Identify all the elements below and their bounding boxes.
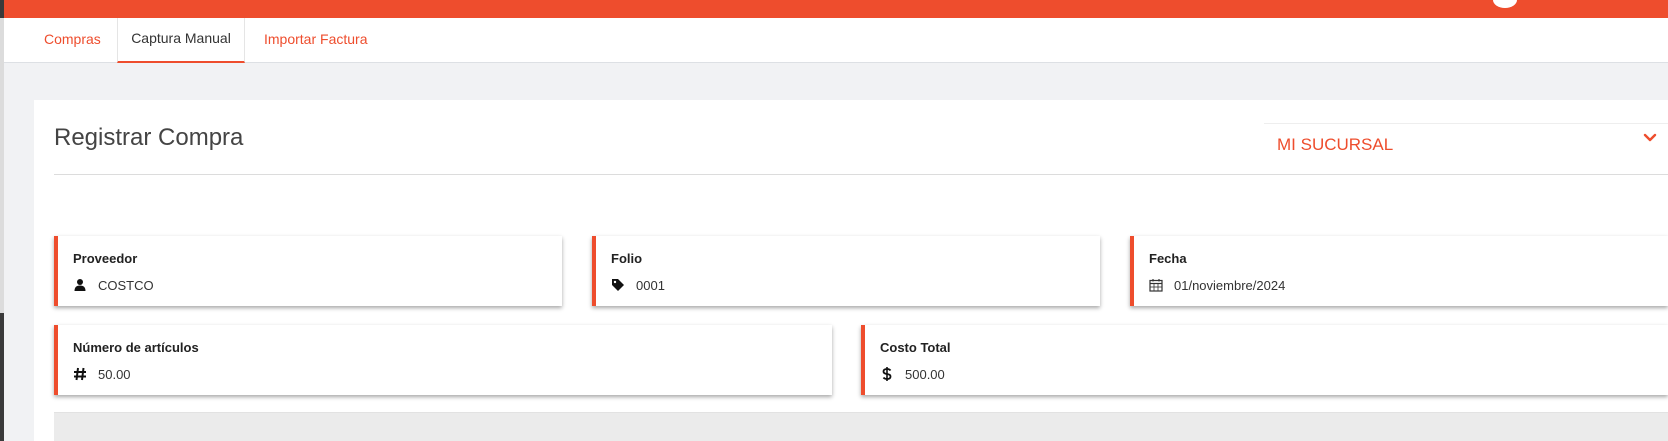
branch-select[interactable]: MI SUCURSAL (1264, 123, 1668, 163)
field-value: COSTCO (98, 278, 154, 293)
field-label: Folio (611, 251, 643, 266)
field-value: 50.00 (98, 367, 131, 382)
field-value: 500.00 (905, 367, 945, 382)
hash-icon (74, 367, 86, 381)
tab-captura-manual[interactable]: Captura Manual (117, 18, 245, 63)
divider (54, 174, 1668, 175)
user-avatar[interactable] (1493, 0, 1517, 8)
tag-icon (612, 279, 624, 291)
field-proveedor: Proveedor COSTCO (54, 236, 562, 306)
branch-select-value: MI SUCURSAL (1277, 135, 1394, 154)
calendar-icon (1149, 279, 1163, 292)
field-label: Fecha (1149, 251, 1187, 266)
top-bar (0, 0, 1668, 18)
field-numero-articulos: Número de artículos 50.00 (54, 325, 832, 395)
chevron-down-icon (1643, 133, 1657, 142)
field-label: Costo Total (880, 340, 951, 355)
field-costo-total: Costo Total 500.00 (861, 325, 1668, 395)
page-title: Registrar Compra (54, 124, 244, 151)
tab-compras[interactable]: Compras (44, 18, 101, 63)
dollar-icon (882, 367, 892, 381)
field-fecha: Fecha 01/noviembre/2024 (1130, 236, 1668, 306)
field-folio: Folio 0001 (592, 236, 1100, 306)
field-value: 01/noviembre/2024 (1174, 278, 1286, 293)
user-icon (74, 279, 86, 291)
field-label: Número de artículos (73, 340, 199, 355)
field-value: 0001 (636, 278, 665, 293)
field-label: Proveedor (73, 251, 138, 266)
tab-bar: Compras Captura Manual Importar Factura (4, 18, 1668, 63)
tab-importar-factura[interactable]: Importar Factura (264, 18, 367, 63)
items-panel (54, 412, 1668, 441)
